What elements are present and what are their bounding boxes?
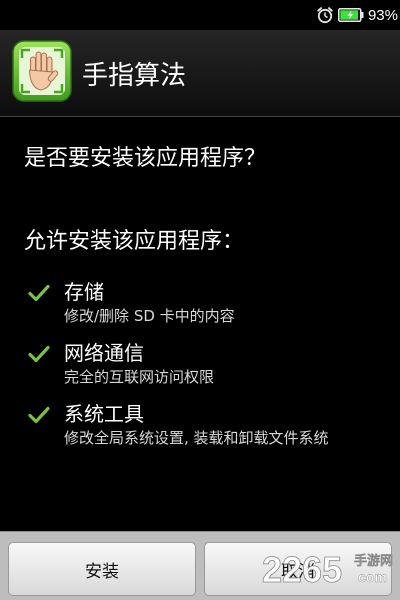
permission-title: 网络通信 xyxy=(64,341,144,365)
permissions-heading: 允许安装该应用程序： xyxy=(24,229,245,254)
alarm-clock-icon xyxy=(317,7,333,24)
check-icon xyxy=(28,345,50,363)
check-icon xyxy=(28,284,50,302)
battery-percent: 93% xyxy=(367,6,398,24)
app-title: 手指算法 xyxy=(82,61,187,91)
status-bar: 93% xyxy=(0,0,400,30)
permission-list: 存储 修改/删除 SD 卡中的内容 网络通信 完全的互联网访问权限 系统工具 修… xyxy=(0,276,400,459)
permission-item-network: 网络通信 完全的互联网访问权限 xyxy=(0,337,400,398)
site-watermark-logo: 2265 手游网 com xyxy=(262,549,394,591)
install-screen: 93% 手指算法 是否要安装该应用程序？ 允许安装该应用程序： 存储 修改/删除… xyxy=(0,0,400,600)
permission-item-system-tools: 系统工具 修改全局系统设置, 装载和卸载文件系统 xyxy=(0,398,400,459)
install-button[interactable]: 安装 xyxy=(8,542,196,596)
permission-description: 修改/删除 SD 卡中的内容 xyxy=(64,307,235,325)
permission-title: 系统工具 xyxy=(64,402,144,426)
permission-title: 存储 xyxy=(64,280,104,304)
install-question: 是否要安装该应用程序？ xyxy=(24,146,267,171)
permission-description: 修改全局系统设置, 装载和卸载文件系统 xyxy=(64,429,329,447)
check-icon xyxy=(28,406,50,424)
svg-text:com: com xyxy=(358,569,387,585)
permission-description: 完全的互联网访问权限 xyxy=(64,368,215,386)
svg-text:手游网: 手游网 xyxy=(354,553,393,569)
hand-icon xyxy=(12,40,72,102)
status-icons: 93% xyxy=(316,5,398,25)
svg-text:2265: 2265 xyxy=(262,549,342,590)
title-bar: 手指算法 xyxy=(0,30,400,117)
battery-icon xyxy=(337,8,364,22)
permission-item-storage: 存储 修改/删除 SD 卡中的内容 xyxy=(0,276,400,337)
